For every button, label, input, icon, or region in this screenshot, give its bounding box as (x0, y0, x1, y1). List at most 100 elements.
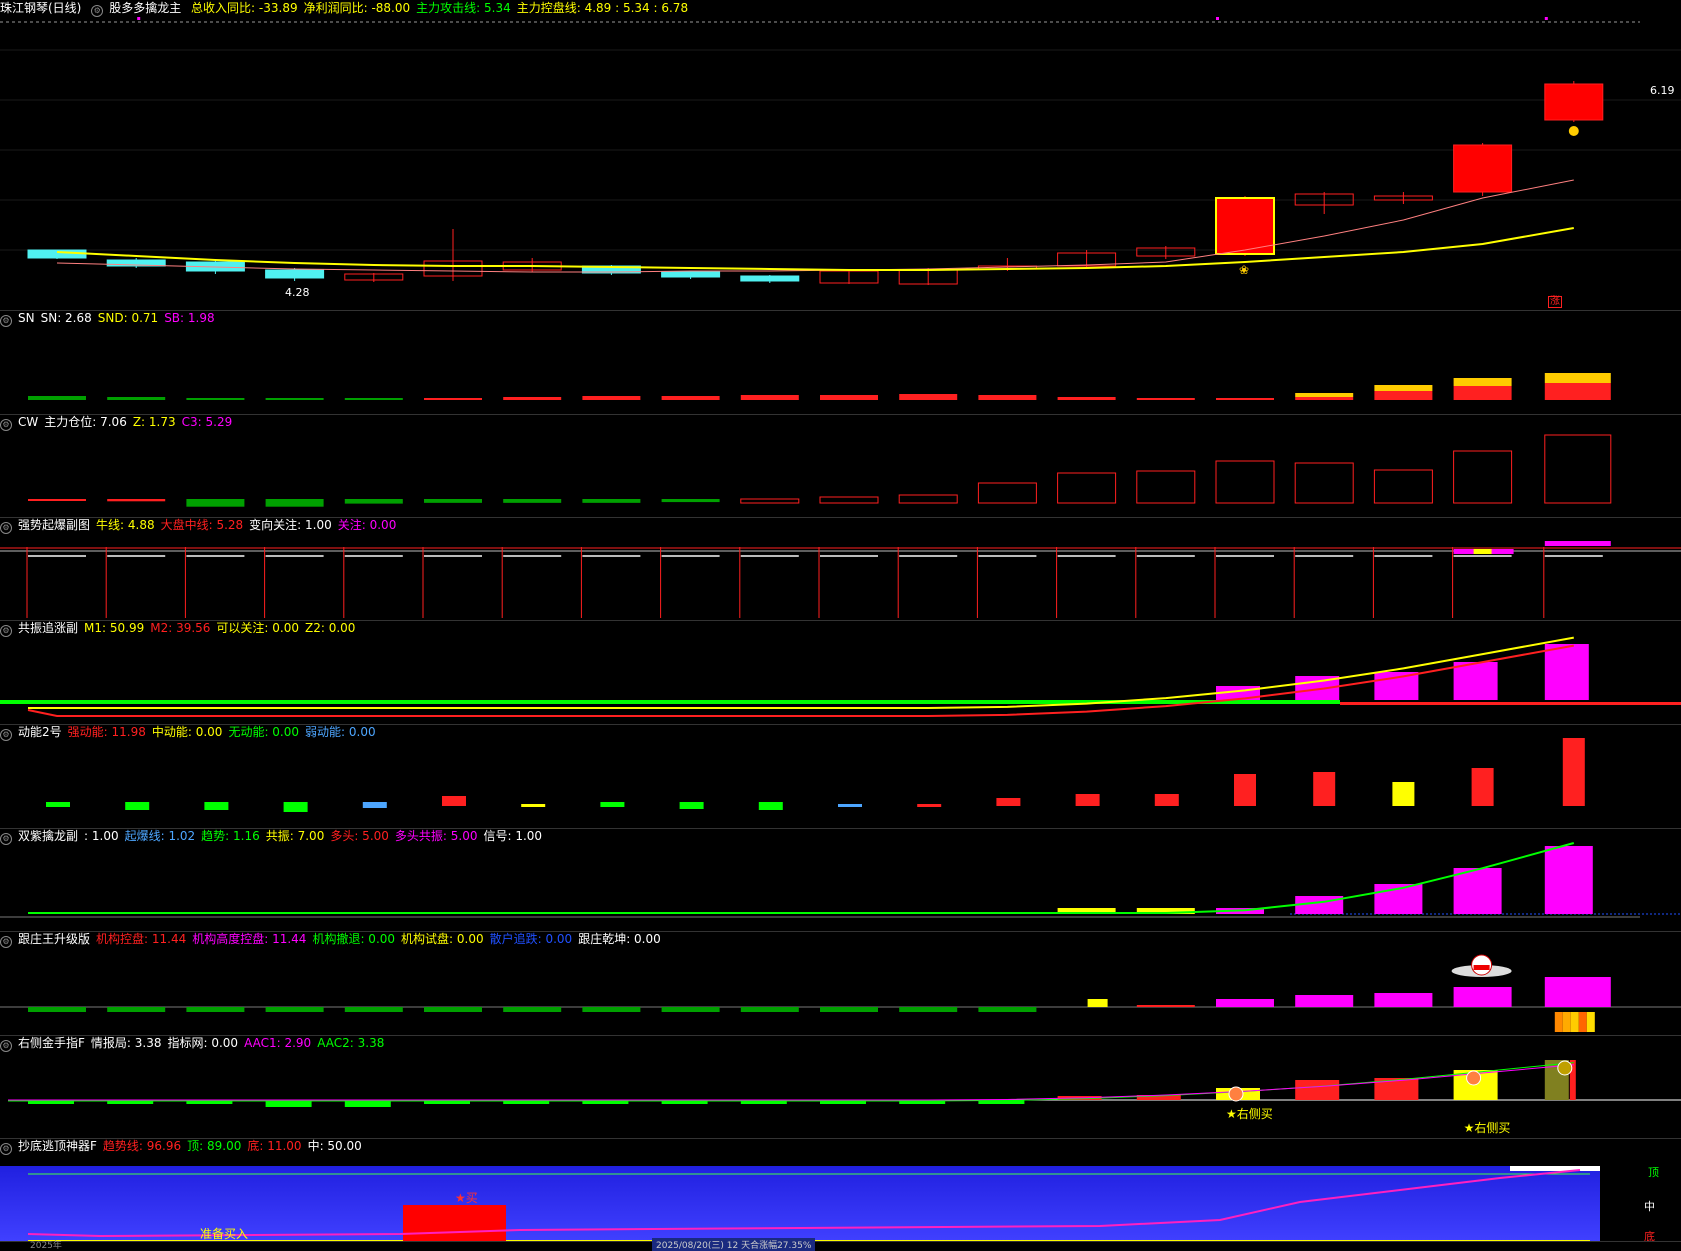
panel-cd[interactable]: ⚙ 抄底逃顶神器F 趋势线: 96.96 顶: 89.00 底: 11.00 中: 50.… (0, 1138, 1681, 1241)
main-field-0: 总收入同比: -33.89 (191, 1, 298, 15)
stock-title[interactable]: 珠江钢琴(日线) (0, 1, 81, 15)
panel-sz-field-4: 多头: 5.00 (330, 829, 389, 843)
panel-sn-name[interactable]: SN (18, 311, 35, 325)
year-label: 2025年 (30, 1241, 62, 1251)
gzw-neg (28, 1007, 86, 1012)
panel-cw-name[interactable]: CW (18, 415, 38, 429)
indicator-settings-icon[interactable]: ⚙ (0, 522, 12, 534)
indicator-settings-icon[interactable]: ⚙ (0, 1040, 12, 1052)
panel-cw-field-2: C3: 5.29 (181, 415, 233, 429)
main-indicator-name[interactable]: 股多多擒龙主 (109, 1, 181, 15)
panel-yc[interactable]: ⚙ 右侧金手指F 情报局: 3.38 指标网: 0.00 AAC1: 2.90 AAC2:… (0, 1035, 1681, 1138)
qs-tick (107, 555, 166, 557)
top-white-band (1510, 1166, 1600, 1171)
dn-bar (758, 802, 783, 810)
panel-yc-header: ⚙ 右侧金手指F 情报局: 3.38 指标网: 0.00 AAC1: 2.90 AAC2:… (0, 1035, 390, 1052)
panel-sn[interactable]: ⚙ SN SN: 2.68 SND: 0.71 SB: 1.98 (0, 310, 1681, 414)
panel-gz-field-3: Z2: 0.00 (305, 621, 356, 635)
panel-cd-header: ⚙ 抄底逃顶神器F 趋势线: 96.96 顶: 89.00 底: 11.00 中: 50.… (0, 1138, 368, 1155)
panel-gz-name[interactable]: 共振追涨副 (18, 621, 78, 635)
panel-sz-field-0: : 1.00 (84, 829, 119, 843)
qs-tick (661, 555, 720, 557)
main-chart-header: 珠江钢琴(日线) ⚙ 股多多擒龙主 总收入同比: -33.89 净利润同比: -88… (0, 0, 700, 17)
panel-gz[interactable]: ⚙ 共振追涨副 M1: 50.99 M2: 39.56 可以关注: 0.00 Z2: 0.… (0, 620, 1681, 724)
panel-gzw-field-3: 机构试盘: 0.00 (401, 932, 484, 946)
indicator-settings-icon[interactable]: ⚙ (0, 625, 12, 637)
qs-tick (740, 555, 799, 557)
trial-bar (1087, 999, 1108, 1007)
dn-bar (442, 796, 466, 806)
panel-gzw-header: ⚙ 跟庄王升级版 机构控盘: 11.44 机构高度控盘: 11.44 机构撤退: 0.0… (0, 931, 667, 948)
panel-dn-field-2: 无动能: 0.00 (228, 725, 300, 739)
panel-sz-field-3: 共振: 7.00 (265, 829, 325, 843)
panel-gzw-field-4: 散户追跌: 0.00 (489, 932, 573, 946)
qs-tick (344, 555, 403, 557)
panel-yc-name[interactable]: 右侧金手指F (18, 1036, 85, 1050)
gz-bar (1544, 644, 1589, 700)
cw-bar (28, 499, 86, 501)
indicator-settings-icon[interactable]: ⚙ (0, 729, 12, 741)
dn-bar (838, 804, 862, 807)
panel-sz-field-5: 多头共振: 5.00 (394, 829, 478, 843)
candle (740, 275, 800, 282)
panel-gzw[interactable]: ⚙ 跟庄王升级版 机构控盘: 11.44 机构高度控盘: 11.44 机构撤退: 0.0… (0, 931, 1681, 1035)
panel-cw-chart[interactable] (0, 414, 1681, 517)
indicator-settings-icon[interactable]: ⚙ (0, 1143, 12, 1155)
qs-tick (28, 555, 86, 557)
candlestick-chart[interactable]: ❀ (0, 0, 1681, 310)
panel-sz-header: ⚙ 双紫擒龙副: 1.00 起爆线: 1.02 趋势: 1.16 共振: 7.00 多头:… (0, 828, 548, 845)
m2-line (27, 644, 1574, 717)
marker-dot (137, 17, 141, 20)
indicator-settings-icon[interactable]: ⚙ (0, 419, 12, 431)
panel-sn-header: ⚙ SN SN: 2.68 SND: 0.71 SB: 1.98 (0, 310, 221, 327)
panel-dn-field-3: 弱动能: 0.00 (305, 725, 376, 739)
sn-bar (1057, 397, 1116, 400)
panel-qs[interactable]: ⚙ 强势起爆副图 牛线: 4.88 大盘中线: 5.28 变向关注: 1.00 关注: 0… (0, 517, 1681, 620)
marker-dot (1216, 17, 1219, 20)
panel-gzw-field-1: 机构高度控盘: 11.44 (192, 932, 307, 946)
flame-bar (1554, 1012, 1563, 1032)
candle (661, 271, 721, 278)
red-band (1340, 702, 1681, 705)
gz-bar (1374, 672, 1419, 700)
snd-bar (1453, 378, 1512, 386)
sn-bar (740, 395, 799, 400)
panel-cd-name[interactable]: 抄底逃顶神器F (18, 1139, 97, 1153)
main-chart-panel[interactable]: 珠江钢琴(日线) ⚙ 股多多擒龙主 总收入同比: -33.89 净利润同比: -88… (0, 0, 1681, 310)
sn-bar (1544, 383, 1611, 400)
panel-dn[interactable]: ⚙ 动能2号 强动能: 11.98 中动能: 0.00 无动能: 0.00 弱动能: 0.… (0, 724, 1681, 828)
panel-dn-header: ⚙ 动能2号 强动能: 11.98 中动能: 0.00 无动能: 0.00 弱动能: 0.… (0, 724, 382, 741)
indicator-settings-icon[interactable]: ⚙ (91, 5, 104, 17)
panel-dn-name[interactable]: 动能2号 (18, 725, 62, 739)
panel-sz[interactable]: ⚙ 双紫擒龙副: 1.00 起爆线: 1.02 趋势: 1.16 共振: 7.00 多头:… (0, 828, 1681, 931)
panel-sn-field-1: SND: 0.71 (97, 311, 159, 325)
flame-bar (1562, 1012, 1571, 1032)
panel-qs-name[interactable]: 强势起爆副图 (18, 518, 90, 532)
dn-bar (917, 804, 942, 807)
low-price-label: 4.28 (285, 286, 310, 299)
panel-gzw-name[interactable]: 跟庄王升级版 (18, 932, 90, 946)
gzw-neg (107, 1007, 166, 1012)
panel-cw[interactable]: ⚙ CW 主力仓位: 7.06 Z: 1.73 C3: 5.29 (0, 414, 1681, 517)
cw-bar (977, 482, 1037, 504)
panel-cw-field-0: 主力仓位: 7.06 (44, 415, 127, 429)
indicator-settings-icon[interactable]: ⚙ (0, 315, 12, 327)
qs-tick (1544, 555, 1603, 557)
qs-tick (1295, 555, 1354, 557)
focus-bar-mid (1473, 549, 1492, 554)
gzw-red (1136, 1005, 1195, 1007)
indicator-settings-icon[interactable]: ⚙ (0, 833, 12, 845)
sn-bar (107, 397, 166, 400)
gzw-neg (899, 1007, 958, 1012)
cw-bar (344, 499, 403, 504)
indicator-settings-icon[interactable]: ⚙ (0, 936, 12, 948)
control-bar (1216, 999, 1274, 1007)
sn-bar (265, 398, 324, 400)
panel-sn-chart[interactable] (0, 310, 1681, 414)
panel-sz-name[interactable]: 双紫擒龙副 (18, 829, 78, 843)
dn-bar (1392, 782, 1415, 806)
cw-bar (1136, 470, 1196, 504)
gzw-neg (740, 1007, 799, 1012)
flame-bar (1570, 1012, 1579, 1032)
right-buy-label: ★右侧买 (1464, 1120, 1511, 1135)
